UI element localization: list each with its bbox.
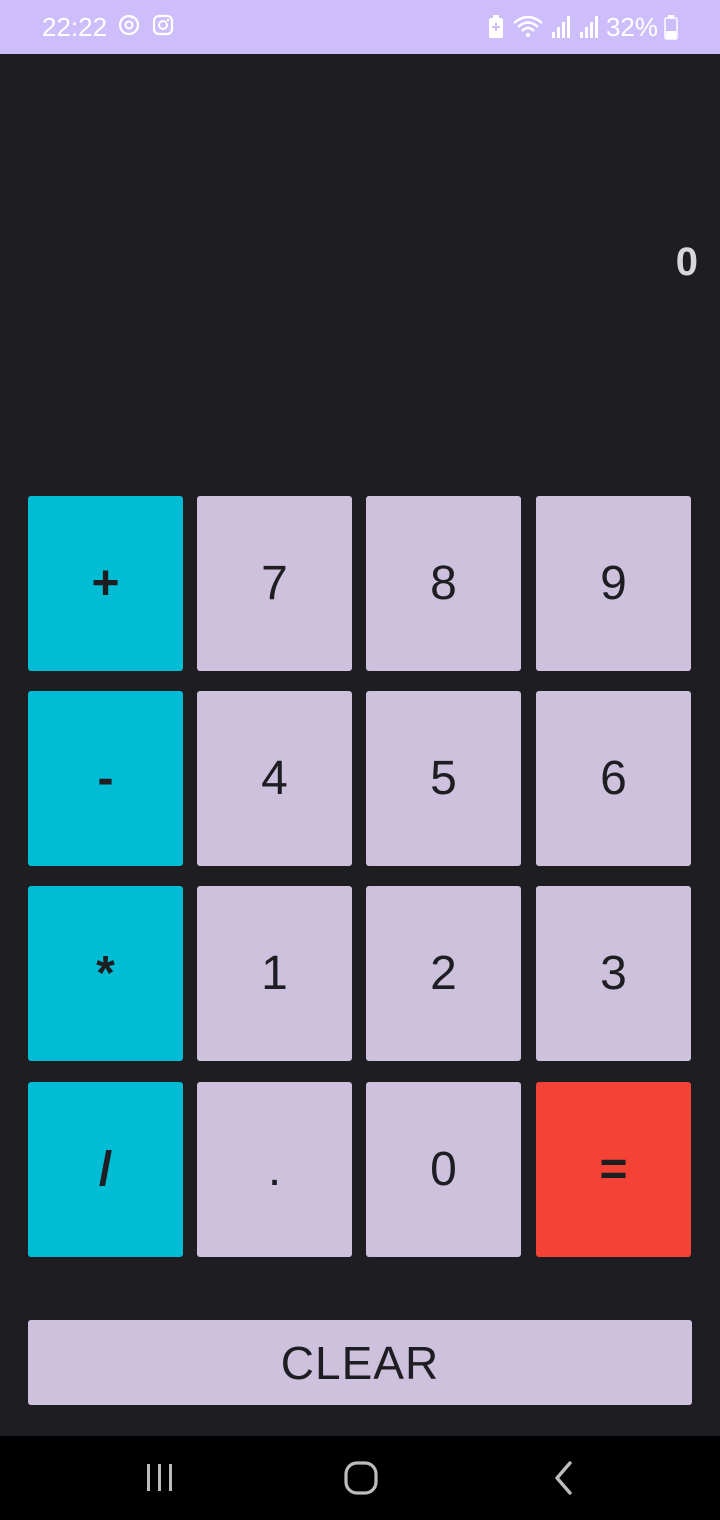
calculator-display: 0 <box>0 54 720 474</box>
digit-6-button[interactable]: 6 <box>536 691 691 866</box>
plus-button[interactable]: + <box>28 496 183 671</box>
digit-1-button[interactable]: 1 <box>197 886 352 1061</box>
digit-4-button[interactable]: 4 <box>197 691 352 866</box>
instagram-icon <box>152 14 174 36</box>
status-right-icons: 32% <box>486 10 678 44</box>
signal-icon <box>551 16 570 38</box>
clear-button[interactable]: CLEAR <box>28 1320 692 1405</box>
digit-9-button[interactable]: 9 <box>536 496 691 671</box>
wifi-icon <box>513 15 543 38</box>
navigation-bar <box>0 1436 720 1520</box>
battery-percent: 32% <box>605 12 658 42</box>
digit-7-button[interactable]: 7 <box>197 496 352 671</box>
digit-5-button[interactable]: 5 <box>366 691 521 866</box>
battery-icon <box>664 15 678 40</box>
digit-3-button[interactable]: 3 <box>536 886 691 1061</box>
status-bar: 22:22 32% <box>0 0 720 54</box>
multiply-button[interactable]: * <box>28 886 183 1061</box>
back-icon[interactable] <box>543 1458 583 1498</box>
display-value: 0 <box>675 240 698 284</box>
minus-button[interactable]: - <box>28 691 183 866</box>
status-left-icons <box>117 13 175 37</box>
battery-saver-icon <box>488 15 503 38</box>
digit-0-button[interactable]: 0 <box>366 1082 521 1257</box>
recent-apps-icon[interactable] <box>140 1458 180 1498</box>
status-time: 22:22 <box>42 12 108 42</box>
digit-2-button[interactable]: 2 <box>366 886 521 1061</box>
signal-icon <box>579 16 598 38</box>
equals-button[interactable]: = <box>536 1082 691 1257</box>
divide-button[interactable]: / <box>28 1082 183 1257</box>
digit-8-button[interactable]: 8 <box>366 496 521 671</box>
sync-icon <box>118 14 140 36</box>
decimal-point-button[interactable]: . <box>197 1082 352 1257</box>
home-icon[interactable] <box>341 1458 381 1498</box>
